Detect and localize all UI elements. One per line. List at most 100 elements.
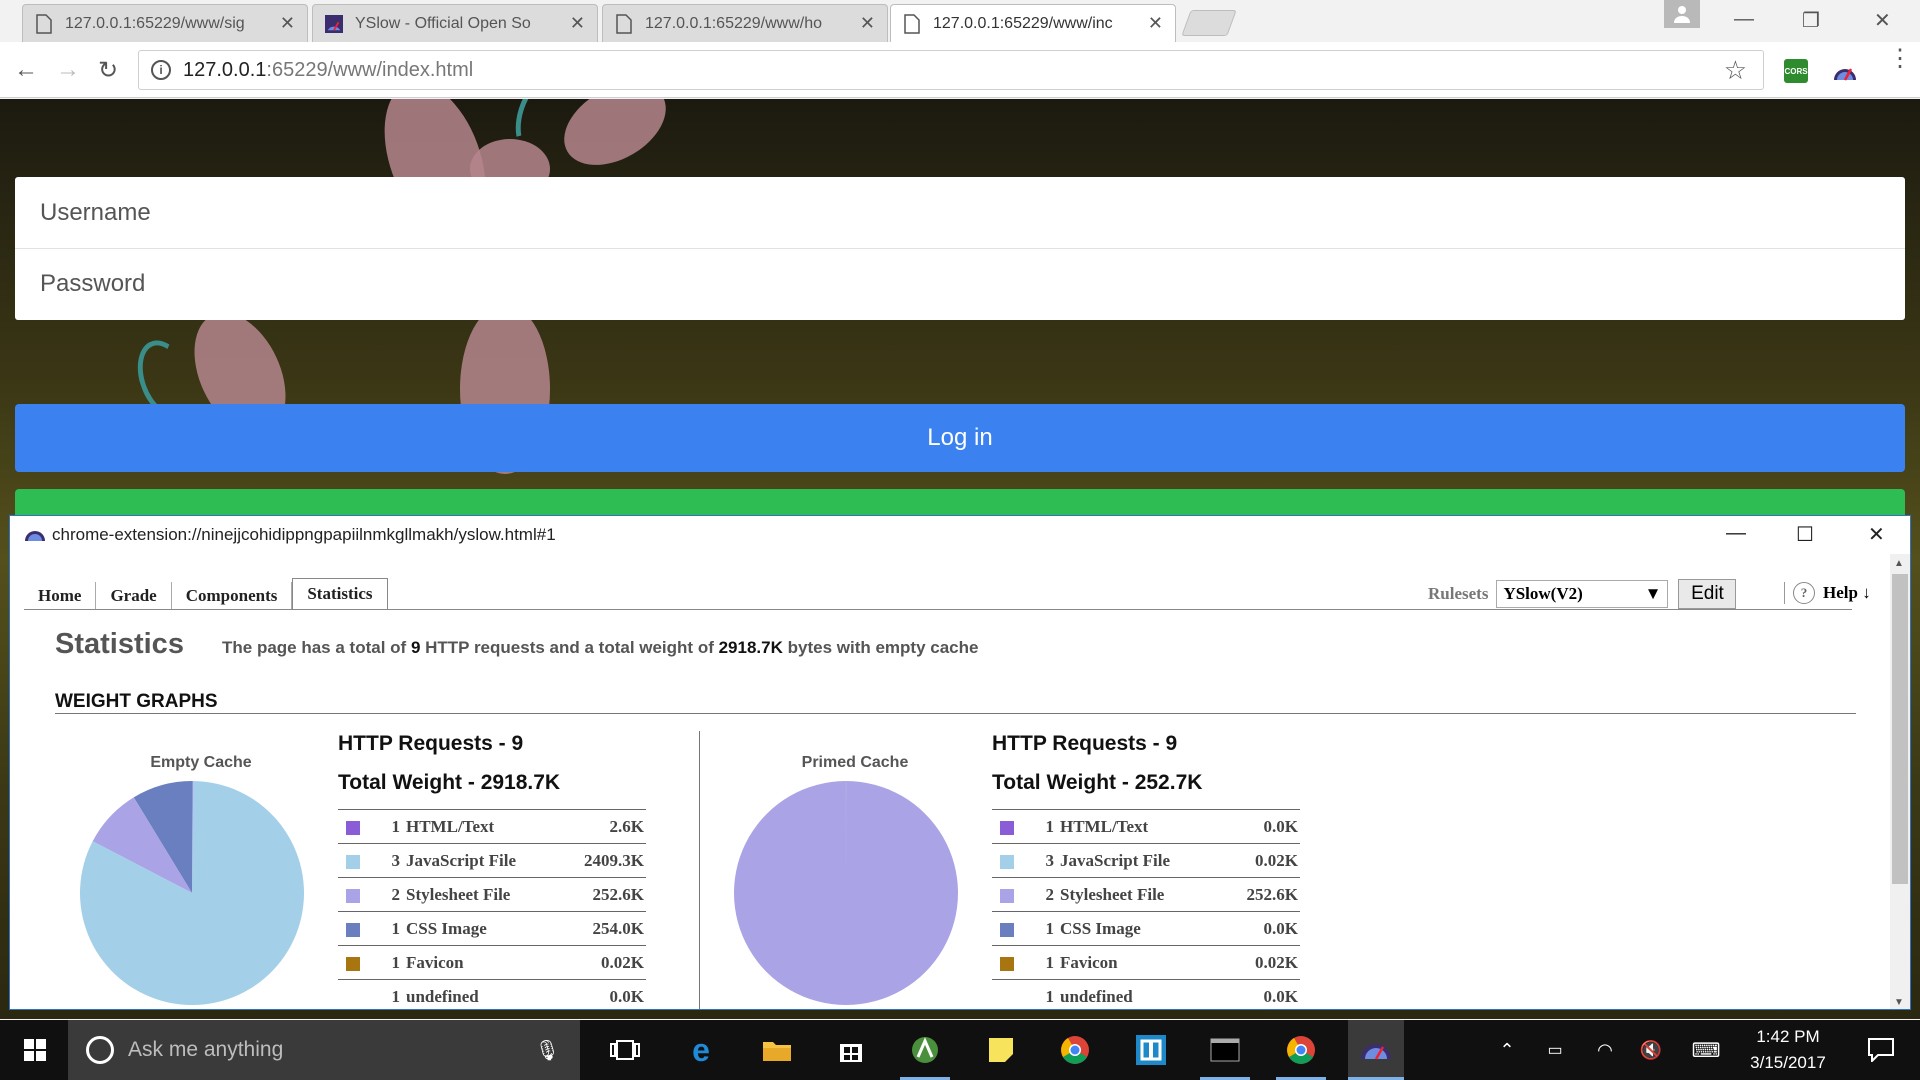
new-tab-button[interactable] bbox=[1181, 10, 1237, 36]
close-icon[interactable]: ✕ bbox=[1868, 522, 1885, 547]
tab-components[interactable]: Components bbox=[172, 582, 293, 610]
legend-swatch-cell bbox=[992, 843, 1032, 878]
component-type: HTML/Text bbox=[406, 809, 560, 844]
terminal-icon[interactable] bbox=[1200, 1020, 1250, 1080]
component-row: 1 CSS Image 254.0K bbox=[338, 911, 646, 946]
windows-start-icon[interactable] bbox=[8, 1020, 62, 1080]
yslow-taskbar-icon[interactable] bbox=[1348, 1020, 1404, 1080]
search-placeholder: Ask me anything bbox=[128, 1038, 284, 1061]
summary-text: bytes with empty cache bbox=[787, 638, 979, 657]
edit-button[interactable]: Edit bbox=[1678, 579, 1737, 609]
component-count: 1 bbox=[1032, 945, 1060, 980]
maximize-icon[interactable]: ☐ bbox=[1796, 522, 1814, 547]
empty-requests: HTTP Requests - 9 bbox=[338, 732, 524, 755]
component-count: 1 bbox=[378, 979, 406, 1009]
component-type: JavaScript File bbox=[406, 843, 560, 878]
legend-swatch bbox=[1000, 888, 1014, 903]
cors-extension-icon[interactable]: CORS bbox=[1784, 59, 1808, 83]
taskbar-search[interactable]: Ask me anything 🎙 bbox=[68, 1020, 580, 1080]
android-studio-icon[interactable] bbox=[900, 1020, 950, 1080]
clock[interactable]: 1:42 PM 3/15/2017 bbox=[1728, 1024, 1848, 1076]
component-size: 0.0K bbox=[559, 979, 646, 1009]
help-control[interactable]: ? Help ↓ bbox=[1784, 582, 1871, 604]
menu-icon[interactable]: ⋮ bbox=[1888, 47, 1912, 71]
cache-divider bbox=[699, 731, 700, 1009]
component-count: 1 bbox=[1032, 979, 1060, 1009]
page-icon bbox=[904, 13, 920, 34]
summary-text: HTTP requests and a total weight of bbox=[425, 638, 714, 657]
browser-tab[interactable]: 127.0.0.1:65229/www/ho ✕ bbox=[602, 4, 888, 42]
help-label[interactable]: Help ↓ bbox=[1823, 583, 1871, 603]
tab-title: 127.0.0.1:65229/www/sig bbox=[65, 14, 245, 32]
microphone-icon[interactable]: 🎙 bbox=[535, 1038, 560, 1063]
chrome-icon[interactable] bbox=[1276, 1020, 1326, 1080]
component-size: 0.02K bbox=[559, 945, 646, 980]
component-size: 0.0K bbox=[1221, 809, 1300, 844]
chrome-icon[interactable] bbox=[1050, 1020, 1100, 1080]
keyboard-icon[interactable]: ⌨ bbox=[1688, 1020, 1724, 1080]
yslow-extension-icon[interactable] bbox=[1832, 60, 1858, 84]
browser-tab[interactable]: 127.0.0.1:65229/www/sig ✕ bbox=[22, 4, 308, 42]
volume-muted-icon[interactable]: 🔇 bbox=[1636, 1020, 1666, 1080]
component-type: JavaScript File bbox=[1060, 843, 1222, 878]
url-host: 127.0.0.1 bbox=[183, 58, 267, 81]
scroll-down-icon[interactable]: ▼ bbox=[1894, 997, 1904, 1008]
minimize-icon[interactable]: — bbox=[1734, 8, 1754, 31]
close-tab-icon[interactable]: ✕ bbox=[1148, 13, 1163, 34]
profile-button[interactable] bbox=[1664, 0, 1700, 28]
task-view-icon[interactable] bbox=[600, 1020, 650, 1080]
tab-grade[interactable]: Grade bbox=[96, 582, 172, 610]
taskbar: Ask me anything 🎙 e ⌃ ▭ ◠ 🔇 ⌨ 1:42 PM 3/… bbox=[0, 1020, 1920, 1080]
username-field[interactable]: Username bbox=[15, 177, 1905, 248]
scrollbar[interactable]: ▲ ▼ bbox=[1890, 554, 1910, 1009]
close-tab-icon[interactable]: ✕ bbox=[570, 13, 585, 34]
summary-requests: 9 bbox=[410, 638, 421, 657]
back-arrow-icon[interactable]: ← bbox=[14, 56, 38, 84]
legend-swatch-cell bbox=[338, 843, 378, 878]
component-type: undefined bbox=[1060, 979, 1222, 1009]
edge-browser-icon[interactable]: e bbox=[676, 1020, 726, 1080]
rulesets-control: Rulesets YSlow(V2) ▼ Edit bbox=[1428, 579, 1737, 609]
chevron-up-icon[interactable]: ⌃ bbox=[1492, 1020, 1522, 1080]
store-icon[interactable] bbox=[826, 1020, 876, 1080]
login-form: Username Password bbox=[15, 177, 1905, 320]
person-icon bbox=[1674, 6, 1690, 23]
close-tab-icon[interactable]: ✕ bbox=[280, 13, 295, 34]
close-window-icon[interactable]: ✕ bbox=[1874, 8, 1891, 33]
password-field[interactable]: Password bbox=[15, 248, 1905, 319]
help-icon[interactable]: ? bbox=[1793, 582, 1815, 604]
browser-tab[interactable]: YSlow - Official Open So ✕ bbox=[312, 4, 598, 42]
component-count: 1 bbox=[1032, 911, 1060, 946]
info-icon[interactable]: i bbox=[151, 60, 171, 80]
battery-icon[interactable]: ▭ bbox=[1540, 1020, 1570, 1080]
restore-icon[interactable]: ❐ bbox=[1802, 8, 1820, 33]
reload-icon[interactable]: ↻ bbox=[98, 56, 118, 85]
browser-tab-active[interactable]: 127.0.0.1:65229/www/inc ✕ bbox=[890, 4, 1176, 42]
summary-text: The page has a total of bbox=[222, 638, 407, 657]
legend-swatch bbox=[346, 888, 360, 903]
tab-title: 127.0.0.1:65229/www/inc bbox=[933, 14, 1113, 32]
legend-swatch-cell bbox=[338, 911, 378, 946]
bookmark-star-icon[interactable]: ☆ bbox=[1724, 55, 1747, 86]
scrollbar-thumb[interactable] bbox=[1892, 574, 1908, 884]
sticky-notes-icon[interactable] bbox=[976, 1020, 1026, 1080]
file-explorer-icon[interactable] bbox=[752, 1020, 802, 1080]
ruleset-select[interactable]: YSlow(V2) ▼ bbox=[1496, 580, 1669, 608]
legend-swatch-cell bbox=[992, 979, 1032, 1009]
app-icon[interactable] bbox=[1126, 1020, 1176, 1080]
component-row: 1 Favicon 0.02K bbox=[992, 945, 1300, 980]
address-bar[interactable]: i 127.0.0.1:65229/www/index.html ☆ bbox=[138, 50, 1764, 90]
notifications-icon[interactable] bbox=[1856, 1020, 1906, 1080]
page-icon bbox=[616, 13, 632, 34]
wifi-icon[interactable]: ◠ bbox=[1590, 1020, 1620, 1080]
forward-arrow-icon[interactable]: → bbox=[56, 56, 80, 84]
login-button[interactable]: Log in bbox=[15, 404, 1905, 472]
yslow-nav: Home Grade Components Statistics bbox=[24, 578, 388, 610]
popup-title: chrome-extension://ninejjcohidippngpapii… bbox=[52, 525, 556, 544]
minimize-icon[interactable]: — bbox=[1726, 522, 1746, 545]
component-size: 252.6K bbox=[1221, 877, 1300, 912]
close-tab-icon[interactable]: ✕ bbox=[860, 13, 875, 34]
tab-home[interactable]: Home bbox=[24, 582, 97, 610]
scroll-up-icon[interactable]: ▲ bbox=[1894, 558, 1904, 569]
tab-statistics[interactable]: Statistics bbox=[292, 578, 388, 610]
